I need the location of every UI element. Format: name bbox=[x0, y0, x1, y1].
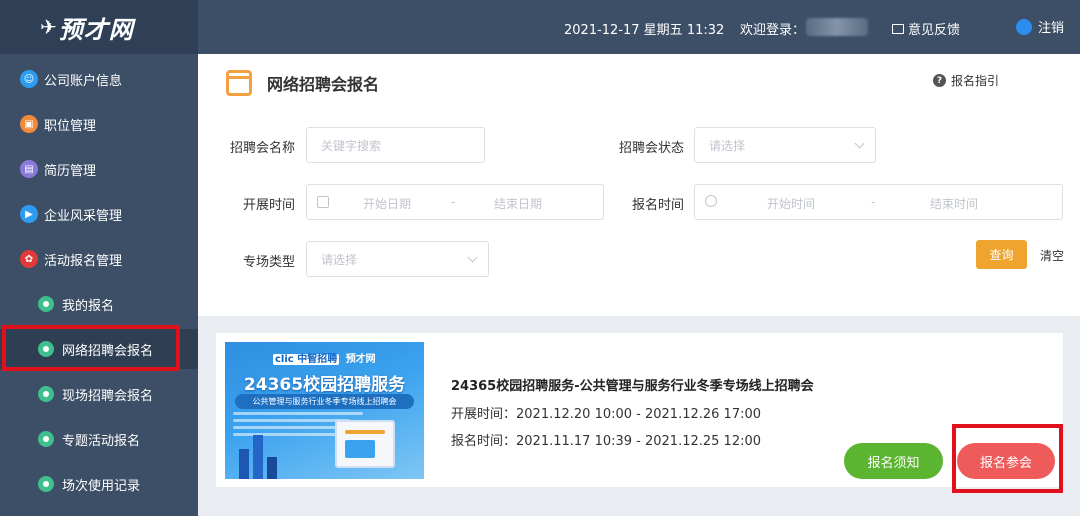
chevron-down-icon bbox=[854, 138, 865, 149]
sidebar: ✈ 预才网 ☺ 公司账户信息 ▣ 职位管理 ▤ 简历管理 ▶ 企业风采管理 ✿ … bbox=[0, 0, 198, 516]
datetime: 2021-12-17 星期五 11:32 bbox=[564, 23, 725, 38]
dot-icon bbox=[38, 386, 54, 402]
resume-icon: ▤ bbox=[20, 160, 38, 178]
fair-banner-image[interactable]: clic 中智招聘 预才网 24365校园招聘服务 公共管理与服务行业冬季专场线… bbox=[225, 342, 424, 479]
clock-icon bbox=[705, 195, 717, 207]
sidebar-item-label: 职位管理 bbox=[44, 118, 97, 134]
hold-time-range[interactable]: 开始日期 - 结束日期 bbox=[306, 184, 604, 220]
guide-label: 报名指引 bbox=[951, 74, 1000, 88]
sidebar-item-label: 活动报名管理 bbox=[44, 253, 123, 269]
welcome-text: 欢迎登录： bbox=[740, 23, 806, 38]
feedback-label: 意见反馈 bbox=[908, 23, 961, 38]
browser-window-icon bbox=[226, 70, 252, 96]
banner-decor bbox=[267, 457, 277, 479]
fair-status-select[interactable]: 请选择 bbox=[694, 127, 876, 163]
sidebar-item-showcase[interactable]: ▶ 企业风采管理 bbox=[0, 194, 198, 234]
sidebar-subitem-usage-records[interactable]: 场次使用记录 bbox=[0, 464, 198, 504]
sidebar-item-label: 企业风采管理 bbox=[44, 208, 123, 224]
power-icon bbox=[1016, 18, 1032, 35]
feedback-link[interactable]: 意见反馈 bbox=[892, 19, 960, 38]
blurred-username bbox=[806, 18, 868, 36]
fair-name-input[interactable]: 关键字搜索 bbox=[306, 127, 485, 163]
registration-notice-button[interactable]: 报名须知 bbox=[844, 443, 943, 479]
sidebar-subitem-special-events[interactable]: 专题活动报名 bbox=[0, 419, 198, 459]
banner-title: 24365校园招聘服务 bbox=[243, 375, 406, 395]
sidebar-item-resumes[interactable]: ▤ 简历管理 bbox=[0, 149, 198, 189]
account-icon: ☺ bbox=[20, 70, 38, 88]
reg-start-placeholder: 开始时间 bbox=[767, 197, 816, 211]
fair-title[interactable]: 24365校园招聘服务-公共管理与服务行业冬季专场线上招聘会 bbox=[451, 375, 814, 394]
range-separator: - bbox=[871, 195, 876, 209]
sidebar-subitem-onsite-fair[interactable]: 现场招聘会报名 bbox=[0, 374, 198, 414]
clear-button[interactable]: 清空 bbox=[1040, 247, 1064, 264]
help-icon: ? bbox=[933, 74, 946, 87]
envelope-icon bbox=[892, 23, 904, 34]
sidebar-item-jobs[interactable]: ▣ 职位管理 bbox=[0, 104, 198, 144]
sidebar-item-label: 公司账户信息 bbox=[44, 73, 123, 89]
hold-time-label: 开展时间 bbox=[242, 198, 295, 213]
play-icon: ▶ bbox=[20, 205, 38, 223]
dot-icon bbox=[38, 476, 54, 492]
fair-reg-time: 报名时间：2021.11.17 10:39 - 2021.12.25 12:00 bbox=[451, 434, 762, 449]
fair-card: clic 中智招聘 预才网 24365校园招聘服务 公共管理与服务行业冬季专场线… bbox=[216, 333, 1063, 487]
page-header: 网络招聘会报名 bbox=[226, 70, 379, 96]
dot-icon bbox=[38, 296, 54, 312]
banner-screen-illustration bbox=[335, 420, 395, 468]
chevron-down-icon bbox=[467, 252, 478, 263]
logo-bird-icon: ✈ bbox=[40, 15, 57, 39]
banner-logos: clic 中智招聘 预才网 bbox=[273, 350, 376, 365]
type-label: 专场类型 bbox=[242, 255, 295, 270]
calendar-icon bbox=[317, 196, 329, 208]
query-button[interactable]: 查询 bbox=[976, 240, 1027, 269]
range-separator: - bbox=[451, 195, 456, 209]
fair-hold-time: 开展时间：2021.12.20 10:00 - 2021.12.26 17:00 bbox=[451, 407, 762, 422]
logout-button[interactable]: 注销 bbox=[1016, 17, 1064, 36]
reg-time-range[interactable]: 开始时间 - 结束时间 bbox=[694, 184, 1063, 220]
hold-start-placeholder: 开始日期 bbox=[363, 197, 412, 211]
guide-link[interactable]: ? 报名指引 bbox=[933, 72, 999, 89]
page-title: 网络招聘会报名 bbox=[267, 75, 380, 94]
sidebar-item-label: 我的报名 bbox=[62, 298, 115, 314]
briefcase-icon: ▣ bbox=[20, 115, 38, 133]
fair-status-placeholder: 请选择 bbox=[709, 138, 746, 153]
banner-decor bbox=[253, 435, 263, 479]
logo-text: 预才网 bbox=[58, 15, 134, 44]
fair-name-label: 招聘会名称 bbox=[229, 141, 295, 156]
banner-logo-2: 预才网 bbox=[345, 354, 376, 365]
sidebar-item-label: 现场招聘会报名 bbox=[62, 388, 154, 404]
banner-subtitle: 公共管理与服务行业冬季专场线上招聘会 bbox=[235, 394, 414, 409]
fair-name-placeholder: 关键字搜索 bbox=[321, 138, 382, 153]
highlight-box bbox=[2, 325, 180, 371]
sidebar-item-label: 专题活动报名 bbox=[62, 433, 141, 449]
fair-status-label: 招聘会状态 bbox=[618, 141, 684, 156]
sidebar-item-account[interactable]: ☺ 公司账户信息 bbox=[0, 59, 198, 99]
sidebar-subitem-my-registrations[interactable]: 我的报名 bbox=[0, 284, 198, 324]
reg-end-placeholder: 结束时间 bbox=[930, 197, 979, 211]
highlight-box bbox=[952, 424, 1063, 493]
type-placeholder: 请选择 bbox=[321, 252, 358, 267]
reg-time-label: 报名时间 bbox=[631, 198, 684, 213]
filter-panel: 网络招聘会报名 ? 报名指引 招聘会名称 关键字搜索 招聘会状态 请选择 开展时… bbox=[198, 54, 1080, 316]
banner-decor bbox=[239, 449, 249, 479]
top-header: 2021-12-17 星期五 11:32 欢迎登录： 意见反馈 注销 bbox=[198, 0, 1080, 54]
logo[interactable]: ✈ 预才网 bbox=[0, 0, 198, 54]
dot-icon bbox=[38, 431, 54, 447]
type-select[interactable]: 请选择 bbox=[306, 241, 489, 277]
activity-icon: ✿ bbox=[20, 250, 38, 268]
sidebar-item-label: 场次使用记录 bbox=[62, 478, 141, 494]
hold-end-placeholder: 结束日期 bbox=[494, 197, 543, 211]
banner-logo-1: clic 中智招聘 bbox=[273, 354, 340, 365]
sidebar-item-activity[interactable]: ✿ 活动报名管理 bbox=[0, 239, 198, 279]
sidebar-item-label: 简历管理 bbox=[44, 163, 97, 179]
logout-label: 注销 bbox=[1038, 21, 1065, 36]
